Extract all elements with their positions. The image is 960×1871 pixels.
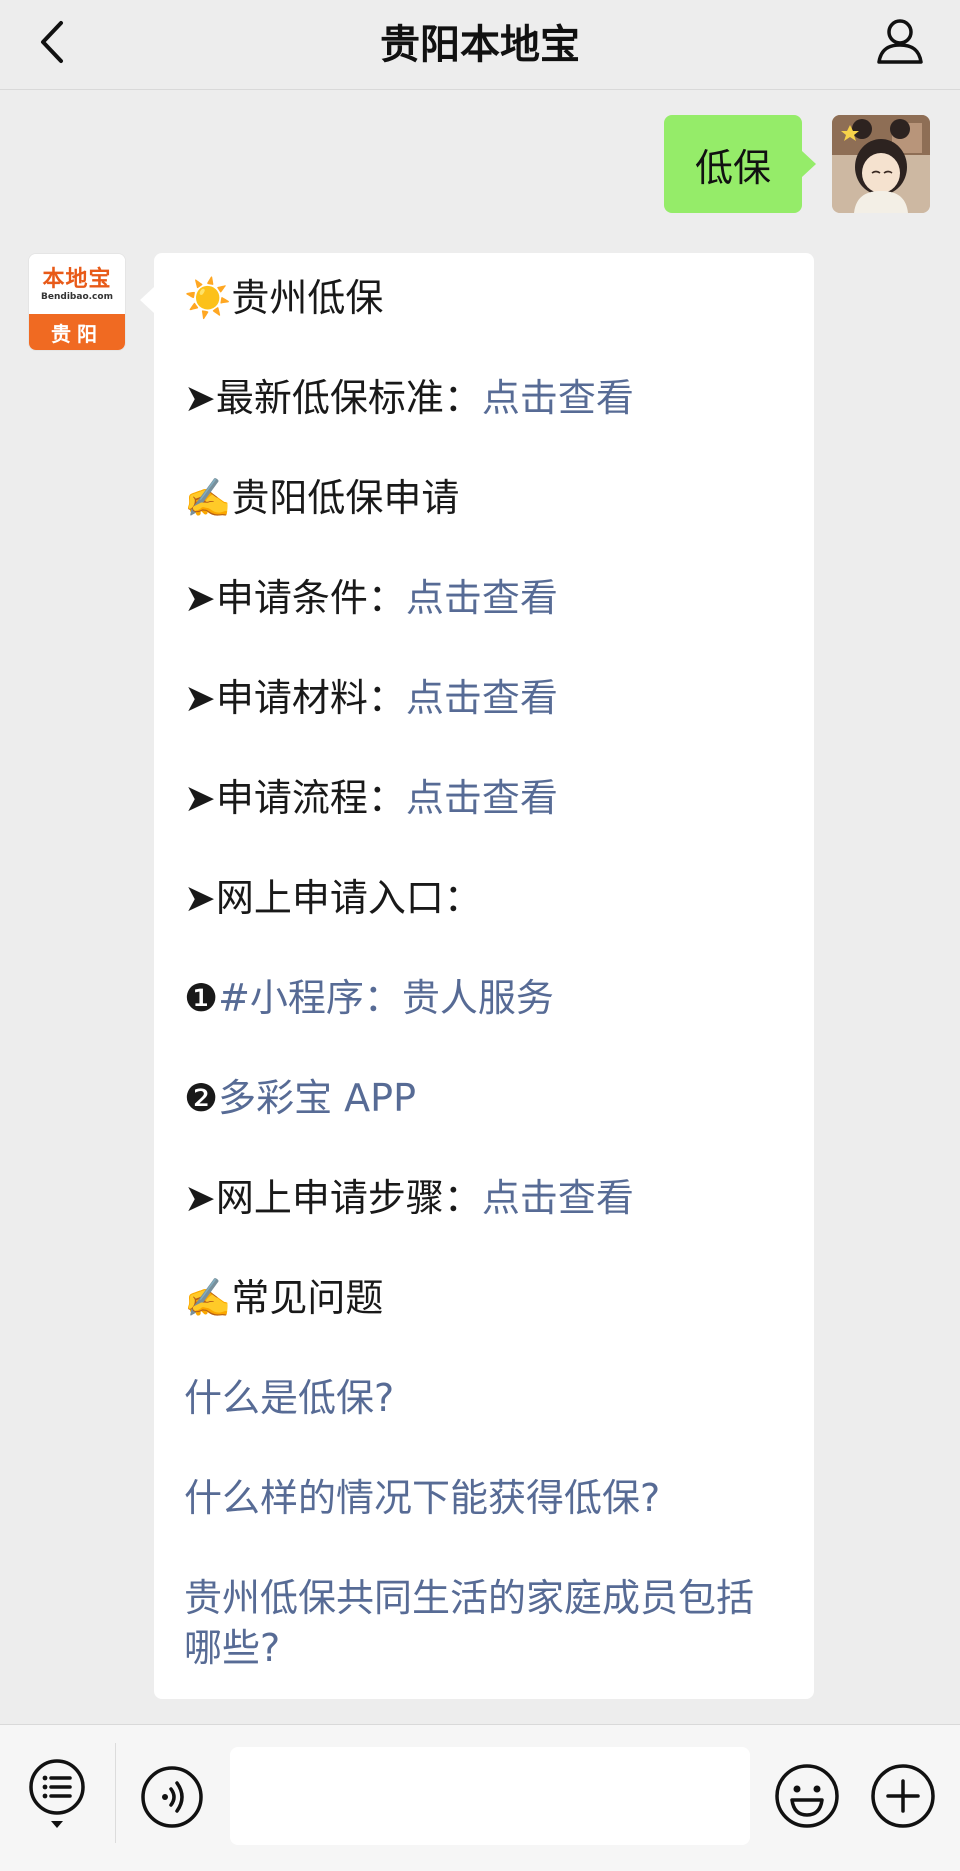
message-line: ➤申请材料：点击查看 xyxy=(184,673,784,723)
message-line: ➤申请条件：点击查看 xyxy=(184,573,784,623)
message-line: 什么样的情况下能获得低保? xyxy=(184,1473,784,1523)
message-input[interactable] xyxy=(230,1747,750,1845)
arrow-icon: ➤ xyxy=(184,776,216,820)
outgoing-message-bubble[interactable]: 低保 xyxy=(664,115,816,213)
message-line: 贵州低保共同生活的家庭成员包括哪些? xyxy=(184,1573,784,1673)
item-label: 网上申请入口： xyxy=(215,876,482,920)
emoji-button[interactable] xyxy=(774,1763,840,1829)
message-line: ☀️贵州低保 xyxy=(184,273,784,323)
view-link[interactable]: 点击查看 xyxy=(406,776,558,820)
item-label: 申请材料： xyxy=(215,676,406,720)
section-heading: 贵州低保 xyxy=(231,276,384,320)
sun-icon: ☀️ xyxy=(184,276,232,320)
faq-link[interactable]: 什么是低保? xyxy=(184,1376,394,1420)
sender-avatar[interactable]: 本地宝 Bendibao.com 贵阳 xyxy=(28,253,126,351)
arrow-icon: ➤ xyxy=(184,576,216,620)
avatar-city: 贵阳 xyxy=(29,314,125,350)
message-line: ❷多彩宝 APP xyxy=(184,1073,784,1123)
message-line: ➤申请流程：点击查看 xyxy=(184,773,784,823)
view-link[interactable]: 点击查看 xyxy=(482,1176,634,1220)
message-line: ❶#小程序：贵人服务 xyxy=(184,973,784,1023)
arrow-icon: ➤ xyxy=(184,1176,216,1220)
incoming-message-bubble: ☀️贵州低保 ➤最新低保标准：点击查看 ✍️贵阳低保申请 ➤申请条件：点击查看 … xyxy=(140,253,814,1699)
menu-button[interactable] xyxy=(28,1759,86,1829)
number-one-icon: ❶ xyxy=(184,976,219,1020)
message-line: ➤网上申请入口： xyxy=(184,873,784,923)
voice-icon xyxy=(141,1766,203,1828)
user-avatar-image xyxy=(832,115,930,213)
avatar-brand-name: 本地宝 xyxy=(42,266,112,292)
writing-hand-icon: ✍️ xyxy=(184,1276,232,1320)
item-label: 申请条件： xyxy=(215,576,406,620)
view-link[interactable]: 点击查看 xyxy=(406,576,558,620)
section-heading: 常见问题 xyxy=(231,1276,384,1320)
chat-header: 贵阳本地宝 xyxy=(0,0,960,90)
faq-link[interactable]: 贵州低保共同生活的家庭成员包括哪些? xyxy=(184,1576,754,1670)
profile-button[interactable] xyxy=(874,14,926,66)
number-two-icon: ❷ xyxy=(184,1076,219,1120)
view-link[interactable]: 点击查看 xyxy=(406,676,558,720)
item-label: 网上申请步骤： xyxy=(215,1176,482,1220)
message-line: ✍️常见问题 xyxy=(184,1273,784,1323)
message-line: ➤网上申请步骤：点击查看 xyxy=(184,1173,784,1223)
writing-hand-icon: ✍️ xyxy=(184,476,232,520)
incoming-message-row: 本地宝 Bendibao.com 贵阳 ☀️贵州低保 ➤最新低保标准：点击查看 … xyxy=(28,253,814,1699)
more-button[interactable] xyxy=(870,1763,936,1829)
avatar-logo: 本地宝 Bendibao.com xyxy=(29,254,125,316)
view-link[interactable]: 点击查看 xyxy=(482,376,634,420)
avatar-brand-domain: Bendibao.com xyxy=(41,292,113,302)
section-heading: 贵阳低保申请 xyxy=(231,476,460,520)
user-avatar[interactable] xyxy=(832,115,930,213)
list-menu-icon xyxy=(29,1759,85,1828)
outgoing-message-row: 低保 xyxy=(664,115,930,213)
page-title: 贵阳本地宝 xyxy=(380,22,580,68)
arrow-icon: ➤ xyxy=(184,676,216,720)
arrow-icon: ➤ xyxy=(184,376,216,420)
person-icon xyxy=(877,19,923,64)
message-line: 什么是低保? xyxy=(184,1373,784,1423)
item-label: 最新低保标准： xyxy=(215,376,482,420)
plus-icon xyxy=(871,1764,935,1828)
mini-program-link[interactable]: #小程序：贵人服务 xyxy=(218,976,554,1020)
input-bar-divider xyxy=(115,1743,116,1843)
voice-button[interactable] xyxy=(140,1765,204,1829)
message-line: ✍️贵阳低保申请 xyxy=(184,473,784,523)
faq-link[interactable]: 什么样的情况下能获得低保? xyxy=(184,1476,660,1520)
item-label: 申请流程： xyxy=(215,776,406,820)
message-line: ➤最新低保标准：点击查看 xyxy=(184,373,784,423)
arrow-icon: ➤ xyxy=(184,876,216,920)
smiley-icon xyxy=(775,1764,839,1828)
app-link[interactable]: 多彩宝 APP xyxy=(218,1076,416,1120)
input-bar xyxy=(0,1724,960,1871)
